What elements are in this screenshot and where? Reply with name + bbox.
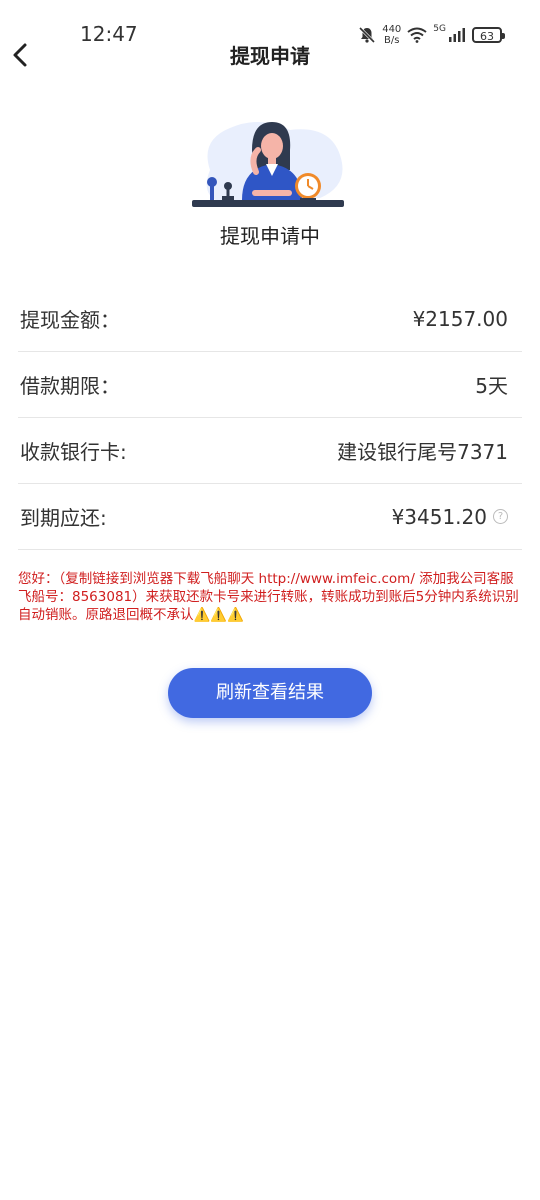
network-speed-value: 440 [382, 24, 402, 35]
info-row-amount: 提现金额： ¥2157.00 [18, 286, 522, 352]
info-label: 收款银行卡: [20, 440, 127, 464]
info-row-term: 借款期限： 5天 [18, 352, 522, 418]
info-value-wrap: ¥3451.20 ? [392, 505, 508, 529]
info-label: 到期应还: [20, 506, 107, 530]
info-list: 提现金额： ¥2157.00 借款期限： 5天 收款银行卡: 建设银行尾号737… [18, 286, 522, 550]
page-title: 提现申请 [230, 44, 310, 68]
info-row-due: 到期应还: ¥3451.20 ? [18, 484, 522, 550]
status-text: 提现申请中 [220, 224, 320, 248]
info-value: ¥3451.20 [391, 504, 487, 529]
customer-service-illustration [192, 121, 344, 207]
info-value: 5天 [475, 374, 508, 398]
info-label: 借款期限： [20, 374, 120, 398]
info-row-bank-card: 收款银行卡: 建设银行尾号7371 [18, 418, 522, 484]
info-value: 建设银行尾号7371 [337, 440, 508, 464]
info-label: 提现金额： [20, 308, 120, 332]
info-value: ¥2157.00 [412, 306, 508, 331]
signal-type: 5G [433, 24, 446, 34]
help-icon[interactable]: ? [493, 509, 508, 524]
notice-text: 您好：（复制链接到浏览器下载飞船聊天 http://www.imfeic.com… [18, 571, 519, 623]
refresh-result-button[interactable]: 刷新查看结果 [168, 668, 372, 718]
